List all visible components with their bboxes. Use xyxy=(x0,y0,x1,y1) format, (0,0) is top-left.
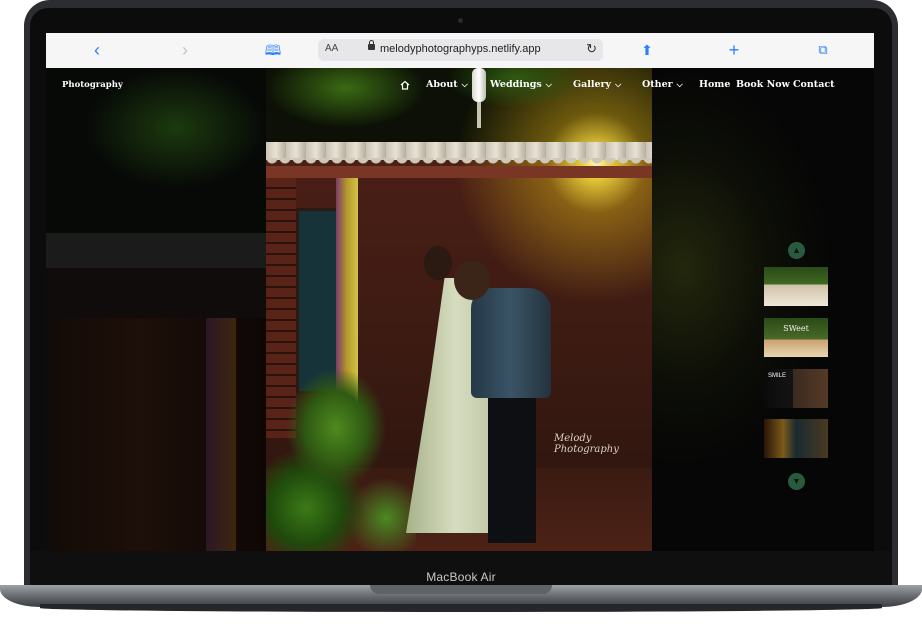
home-icon[interactable] xyxy=(400,80,410,90)
nav-about-label: About xyxy=(426,79,458,90)
laptop-screen: ‹ › 🕮 AA melodyphotographyps.netlify.app… xyxy=(46,33,874,551)
lock-icon xyxy=(368,40,375,50)
nav-gallery[interactable]: Gallery ⌵ xyxy=(573,79,621,90)
chevron-down-icon: ⌵ xyxy=(461,79,468,89)
nav-other[interactable]: Other ⌵ xyxy=(642,79,683,90)
roof-beam xyxy=(266,166,652,178)
address-bar[interactable]: AA melodyphotographyps.netlify.app ↻ xyxy=(318,39,603,61)
website: Melody Photography Photography About ⌵ We… xyxy=(46,68,874,551)
bride-head xyxy=(424,246,452,280)
thumbnail-up-button[interactable]: ▲ xyxy=(788,242,805,259)
nav-other-label: Other xyxy=(642,79,673,90)
groom-head xyxy=(454,260,490,300)
nav-weddings-label: Weddings xyxy=(490,79,542,90)
new-tab-icon[interactable]: + xyxy=(723,40,745,60)
forward-icon[interactable]: › xyxy=(174,40,196,60)
hero-photo: Melody Photography xyxy=(266,68,652,551)
tabs-icon[interactable]: ⧉ xyxy=(812,40,834,60)
bookmarks-icon[interactable]: 🕮 xyxy=(262,40,284,60)
browser-toolbar: ‹ › 🕮 AA melodyphotographyps.netlify.app… xyxy=(46,33,874,69)
chevron-down-icon: ⌵ xyxy=(676,79,683,89)
back-icon[interactable]: ‹ xyxy=(86,40,108,60)
potted-plants xyxy=(266,368,416,551)
roof-edge xyxy=(266,158,652,166)
photo-watermark: Melody Photography xyxy=(554,433,619,455)
background-pillar xyxy=(206,318,236,551)
thumbnail-3[interactable]: SMILE xyxy=(764,369,828,408)
thumbnail-caption: SMILE xyxy=(768,373,787,379)
nav-about[interactable]: About ⌵ xyxy=(426,79,468,90)
reload-icon[interactable]: ↻ xyxy=(586,41,597,57)
nav-weddings[interactable]: Weddings ⌵ xyxy=(490,79,552,90)
thumbnail-caption: SWeet xyxy=(783,324,809,333)
background-left xyxy=(46,68,266,551)
laptop-model-label: MacBook Air xyxy=(426,570,496,584)
text-size-button[interactable]: AA xyxy=(325,43,338,54)
thumbnail-2[interactable]: SWeet xyxy=(764,318,828,357)
webcam-icon xyxy=(458,18,463,23)
thumbnail-4[interactable] xyxy=(764,419,828,458)
chevron-down-icon: ⌵ xyxy=(615,79,622,89)
nav-book-now[interactable]: Book Now xyxy=(736,79,790,90)
laptop-notch xyxy=(370,585,552,594)
nav-gallery-label: Gallery xyxy=(573,79,612,90)
nav-home[interactable]: Home xyxy=(699,79,730,90)
background-right xyxy=(652,68,874,551)
site-navbar: Photography About ⌵ Weddings ⌵ Gallery ⌵ Ot… xyxy=(46,68,874,104)
thumbnail-overlay xyxy=(764,267,828,306)
thumbnail-down-button[interactable]: ▼ xyxy=(788,473,805,490)
nav-contact[interactable]: Contact xyxy=(793,79,835,90)
site-brand[interactable]: Photography xyxy=(62,80,123,90)
share-icon[interactable]: ⬆ xyxy=(636,40,658,60)
thumbnail-1[interactable] xyxy=(764,267,828,306)
groom-figure xyxy=(471,288,551,398)
chevron-down-icon: ⌵ xyxy=(545,79,552,89)
laptop-shadow xyxy=(40,604,882,612)
groom-legs xyxy=(488,393,536,543)
thumbnail-overlay xyxy=(764,419,828,458)
url-text[interactable]: melodyphotographyps.netlify.app xyxy=(380,43,541,55)
